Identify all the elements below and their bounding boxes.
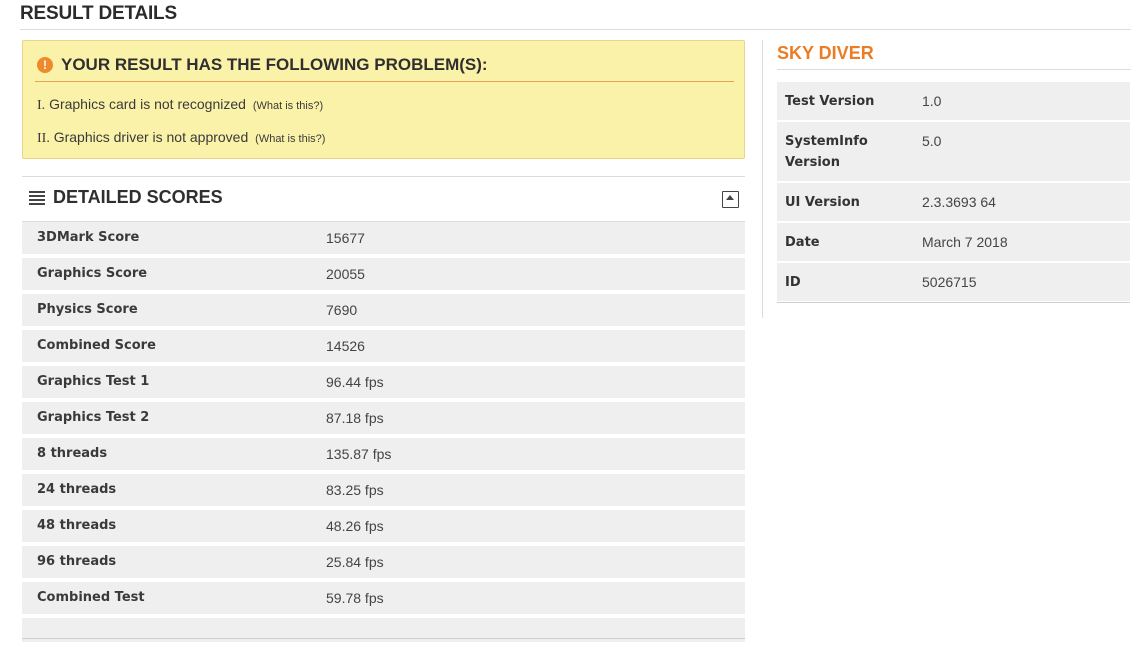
score-row: Physics Score 7690 (22, 294, 745, 326)
info-row: UI Version 2.3.3693 64 (777, 183, 1130, 221)
sky-diver-divider (777, 69, 1131, 70)
what-is-this-link[interactable]: (What is this?) (255, 133, 325, 145)
scores-header: DETAILED SCORES (29, 187, 223, 208)
score-value: 20055 (326, 266, 365, 282)
warning-title: YOUR RESULT HAS THE FOLLOWING PROBLEM(S)… (61, 55, 488, 74)
info-row: SystemInfo Version 5.0 (777, 122, 1130, 181)
problem-item: II. Graphics driver is not approved (Wha… (37, 129, 325, 147)
problem-number: II. (37, 131, 50, 146)
score-value: 25.84 fps (326, 554, 384, 570)
score-row: Combined Score 14526 (22, 330, 745, 362)
score-row: Combined Test 59.78 fps (22, 582, 745, 614)
menu-lines-icon (29, 190, 45, 205)
scores-bottom-divider (22, 638, 745, 639)
score-label: Combined Score (37, 338, 156, 353)
score-label: Combined Test (37, 590, 145, 605)
score-row: 8 threads 135.87 fps (22, 438, 745, 470)
score-row: 48 threads 48.26 fps (22, 510, 745, 542)
score-value: 87.18 fps (326, 410, 384, 426)
info-row: ID 5026715 (777, 263, 1130, 301)
score-row: 96 threads 25.84 fps (22, 546, 745, 578)
score-row: Graphics Score 20055 (22, 258, 745, 290)
info-value: 2.3.3693 64 (922, 194, 996, 210)
info-row: Date March 7 2018 (777, 223, 1130, 261)
score-row: 24 threads 83.25 fps (22, 474, 745, 506)
info-value: 5026715 (922, 274, 977, 290)
info-key: UI Version (785, 195, 860, 210)
info-key: ID (785, 275, 801, 290)
score-label: 48 threads (37, 518, 117, 533)
score-value: 15677 (326, 230, 365, 246)
score-value: 7690 (326, 302, 358, 318)
sky-diver-title: SKY DIVER (777, 43, 874, 63)
info-key: SystemInfo Version (785, 134, 868, 170)
score-value: 59.78 fps (326, 590, 384, 606)
score-value: 135.87 fps (326, 446, 392, 462)
scores-title: DETAILED SCORES (53, 187, 223, 207)
problem-text: Graphics card is not recognized (49, 96, 246, 112)
score-value: 48.26 fps (326, 518, 384, 534)
column-divider (762, 40, 763, 318)
score-label: Graphics Test 1 (37, 374, 150, 389)
info-key: Test Version (785, 94, 875, 109)
collapse-up-icon[interactable] (722, 191, 739, 208)
warning-panel: ! YOUR RESULT HAS THE FOLLOWING PROBLEM(… (22, 40, 745, 159)
problem-text: Graphics driver is not approved (53, 129, 249, 145)
score-value: 83.25 fps (326, 482, 384, 498)
score-value: 14526 (326, 338, 365, 354)
exclamation-circle-icon: ! (37, 57, 53, 73)
page-title: RESULT DETAILS (20, 3, 177, 24)
title-divider (20, 29, 1131, 30)
score-label: Graphics Test 2 (37, 410, 150, 425)
problem-item: I. Graphics card is not recognized (What… (37, 96, 323, 114)
info-key: Date (785, 235, 820, 250)
sky-diver-bottom-divider (777, 302, 1130, 303)
score-value: 96.44 fps (326, 374, 384, 390)
problem-number: I. (37, 98, 46, 113)
what-is-this-link[interactable]: (What is this?) (253, 100, 323, 112)
score-label: 96 threads (37, 554, 117, 569)
warning-divider (35, 81, 734, 82)
info-row: Test Version 1.0 (777, 82, 1130, 120)
scores-top-divider (22, 176, 745, 177)
score-label: 8 threads (37, 446, 108, 461)
info-value: March 7 2018 (922, 234, 1008, 250)
warning-header: ! YOUR RESULT HAS THE FOLLOWING PROBLEM(… (37, 55, 488, 75)
score-row: Graphics Test 1 96.44 fps (22, 366, 745, 398)
score-label: Physics Score (37, 302, 138, 317)
score-row: Graphics Test 2 87.18 fps (22, 402, 745, 434)
info-value: 5.0 (922, 133, 942, 149)
score-label: 3DMark Score (37, 230, 140, 245)
score-label: 24 threads (37, 482, 117, 497)
info-value: 1.0 (922, 93, 942, 109)
score-row: 3DMark Score 15677 (22, 222, 745, 254)
score-label: Graphics Score (37, 266, 148, 281)
